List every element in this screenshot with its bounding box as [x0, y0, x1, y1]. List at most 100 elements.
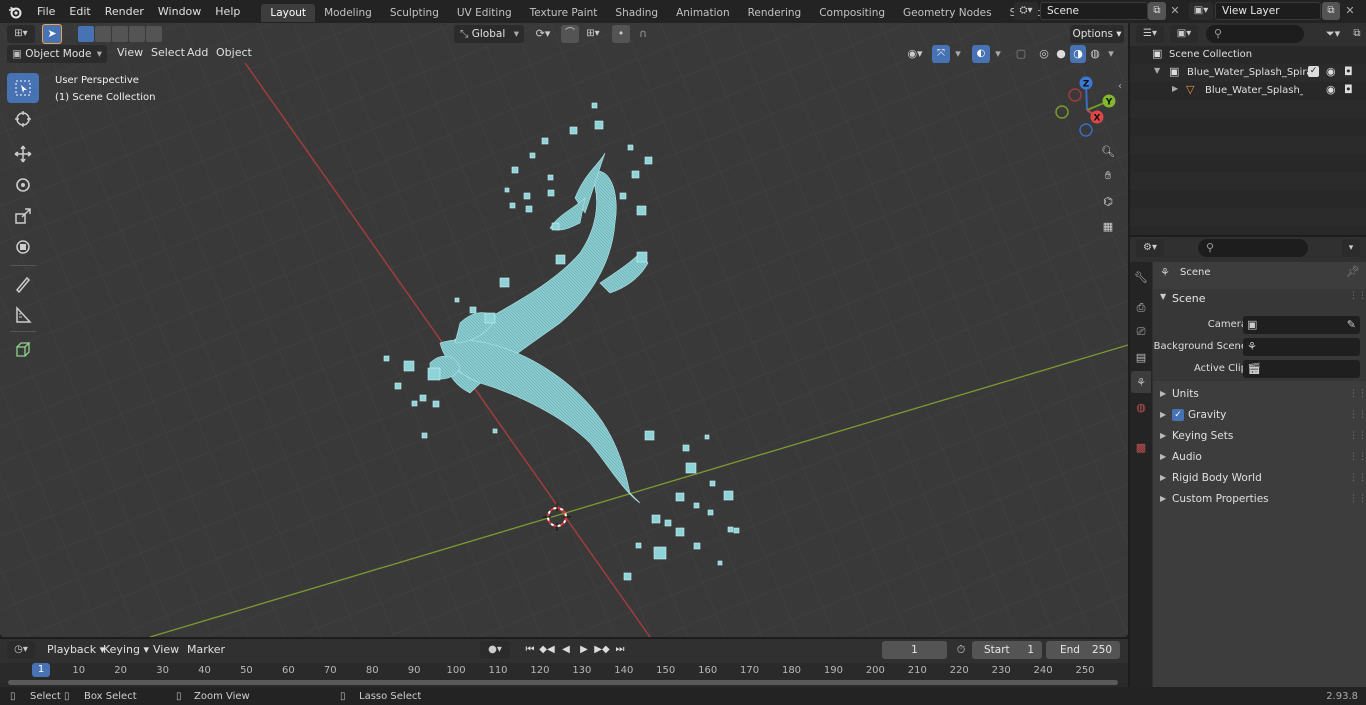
render-tab-icon[interactable]: ⎙: [1131, 297, 1151, 319]
snap-target-icon[interactable]: ⊞▾: [580, 25, 606, 43]
prev-keyframe-icon[interactable]: ◆◀: [538, 641, 556, 659]
proportional-falloff-icon[interactable]: ∩: [630, 25, 656, 43]
snap-toggle-icon[interactable]: ⌒: [561, 25, 579, 43]
gizmo-toggle-icon[interactable]: ⤧: [932, 45, 950, 63]
play-reverse-icon[interactable]: ◀: [558, 641, 574, 659]
active-clip-field[interactable]: 🎬︎: [1243, 360, 1360, 378]
drag-handle-icon[interactable]: ⋮⋮: [1349, 427, 1366, 445]
view-layer-type-icon[interactable]: ▣▾: [1189, 2, 1213, 20]
jump-end-icon[interactable]: ⏭: [612, 641, 628, 659]
select-mode-extend-icon[interactable]: [95, 26, 111, 42]
xray-toggle-icon[interactable]: ▢: [1012, 45, 1030, 63]
world-tab-icon[interactable]: ◍: [1131, 396, 1151, 418]
jump-start-icon[interactable]: ⏮: [522, 641, 538, 659]
timeline-menu-marker[interactable]: Marker: [180, 639, 232, 661]
texture-tab-icon[interactable]: ▩: [1131, 436, 1151, 458]
tab-geometry-nodes[interactable]: Geometry Nodes: [894, 4, 1001, 22]
current-frame-field[interactable]: 1: [882, 641, 947, 659]
panel-keying-sets[interactable]: ▶ Keying Sets ⋮⋮: [1153, 427, 1366, 445]
gravity-checkbox[interactable]: ✓: [1172, 409, 1184, 421]
blender-logo-icon[interactable]: [0, 0, 30, 23]
select-mode-invert-icon[interactable]: [129, 26, 145, 42]
overlays-dropdown-icon[interactable]: ▾: [991, 45, 1005, 63]
scene-type-icon[interactable]: ⛭▾: [1014, 2, 1038, 20]
timeline-ruler[interactable]: 10 20 30 40 50 60 70 80 90 100 110 120 130 140 150 160 1…: [0, 663, 1128, 687]
timeline-scrollbar[interactable]: [8, 680, 1118, 685]
outliner-display-mode-icon[interactable]: ▣▾: [1170, 25, 1198, 43]
pan-hand-icon[interactable]: ✋︎: [1096, 164, 1120, 188]
transform-orientation-select[interactable]: ⤡ Global ▾: [454, 25, 524, 43]
select-tool-icon[interactable]: ➤: [42, 24, 62, 44]
output-tab-icon[interactable]: ⎚: [1131, 321, 1151, 343]
panel-rigid-body-world[interactable]: ▶ Rigid Body World ⋮⋮: [1153, 469, 1366, 487]
viewport-menu-object[interactable]: Object: [209, 43, 259, 63]
menu-window[interactable]: Window: [151, 0, 208, 23]
shading-material-icon[interactable]: ◑: [1070, 45, 1086, 63]
shading-solid-icon[interactable]: ●: [1053, 45, 1069, 63]
navigation-gizmo[interactable]: Z Y X: [1052, 75, 1122, 145]
pivot-point-icon[interactable]: ⟳▾: [530, 25, 556, 43]
tool-transform[interactable]: [7, 232, 39, 262]
panel-units[interactable]: ▶ Units ⋮⋮: [1153, 385, 1366, 403]
shading-dropdown-icon[interactable]: ▾: [1104, 45, 1118, 63]
visibility-filter-icon[interactable]: ◉▾: [902, 45, 928, 63]
drag-handle-icon[interactable]: ⋮⋮: [1349, 490, 1366, 508]
tool-add-cube[interactable]: [7, 335, 39, 365]
menu-render[interactable]: Render: [98, 0, 151, 23]
background-scene-field[interactable]: ⚘: [1243, 338, 1360, 356]
viewport-scene[interactable]: [0, 23, 1128, 637]
playhead[interactable]: 1: [32, 663, 50, 677]
object-mode-select[interactable]: ▣ Object Mode ▾: [7, 45, 107, 63]
visibility-eye-icon[interactable]: ◉: [1326, 83, 1336, 96]
drag-handle-icon[interactable]: ⋮⋮: [1349, 469, 1366, 487]
render-camera-icon[interactable]: ◘: [1344, 65, 1353, 78]
props-options-icon[interactable]: ▾: [1342, 239, 1360, 257]
outliner-search-input[interactable]: ⚲: [1206, 25, 1304, 43]
tab-animation[interactable]: Animation: [667, 4, 739, 22]
tab-uv-editing[interactable]: UV Editing: [448, 4, 521, 22]
tab-texture-paint[interactable]: Texture Paint: [521, 4, 607, 22]
pin-icon[interactable]: 📌︎: [1346, 265, 1360, 278]
panel-audio[interactable]: ▶ Audio ⋮⋮: [1153, 448, 1366, 466]
tool-measure[interactable]: [7, 300, 39, 330]
timeline-editor-type-icon[interactable]: ◷▾: [7, 641, 35, 659]
3d-viewport[interactable]: ⊞▾ ➤ ⤡ Global ▾ ⟳▾ ⌒ ⊞▾ • ∩ Options ▾ ▣ O…: [0, 23, 1128, 637]
drag-handle-icon[interactable]: ⋮⋮: [1349, 406, 1366, 424]
tab-modeling[interactable]: Modeling: [315, 4, 381, 22]
editor-type-icon[interactable]: ⊞▾: [7, 25, 35, 43]
tab-layout[interactable]: Layout: [261, 4, 316, 22]
drag-handle-icon[interactable]: ⋮⋮: [1349, 385, 1366, 403]
delete-scene-icon[interactable]: ✕: [1167, 2, 1183, 20]
exclude-checkbox-icon[interactable]: ✓: [1308, 66, 1319, 77]
menu-edit[interactable]: Edit: [62, 0, 97, 23]
view-layer-tab-icon[interactable]: ▤: [1131, 346, 1151, 368]
new-view-layer-icon[interactable]: ⧉: [1322, 2, 1340, 20]
sidebar-toggle-icon[interactable]: ‹: [1118, 81, 1122, 92]
select-mode-new-icon[interactable]: [78, 26, 94, 42]
delete-view-layer-icon[interactable]: ✕: [1342, 2, 1358, 20]
outliner-row-object[interactable]: ▶ ▽ Blue_Water_Splash_Spiral ◉ ◘: [1130, 82, 1366, 100]
outliner-row-scene-collection[interactable]: ▣ Scene Collection: [1130, 46, 1366, 64]
select-mode-intersect-icon[interactable]: [146, 26, 162, 42]
preview-range-icon[interactable]: ⏱: [953, 641, 969, 659]
outliner-editor-type-icon[interactable]: ☰▾: [1136, 25, 1164, 43]
render-camera-icon[interactable]: ◘: [1344, 83, 1353, 96]
scene-panel-header[interactable]: ▼ Scene ⋮⋮: [1153, 289, 1366, 309]
select-mode-subtract-icon[interactable]: [112, 26, 128, 42]
shading-rendered-icon[interactable]: ◍: [1087, 45, 1103, 63]
eyedropper-icon[interactable]: ✎: [1347, 318, 1356, 331]
zoom-icon[interactable]: 🔍︎: [1096, 139, 1120, 163]
tool-select-box[interactable]: [7, 73, 39, 103]
tab-sculpting[interactable]: Sculpting: [381, 4, 448, 22]
perspective-toggle-icon[interactable]: ▦: [1096, 214, 1120, 238]
outliner-row-collection[interactable]: ▼ ▣ Blue_Water_Splash_Spiral ✓ ◉ ◘: [1130, 64, 1366, 82]
tool-cursor[interactable]: [7, 104, 39, 134]
drag-handle-icon[interactable]: ⋮⋮: [1349, 291, 1366, 301]
visibility-eye-icon[interactable]: ◉: [1326, 65, 1336, 78]
camera-view-icon[interactable]: ⌬: [1096, 189, 1120, 213]
tool-rotate[interactable]: [7, 170, 39, 200]
tab-shading[interactable]: Shading: [606, 4, 667, 22]
view-layer-field[interactable]: View Layer: [1215, 2, 1321, 20]
tab-compositing[interactable]: Compositing: [810, 4, 894, 22]
expand-arrow-icon[interactable]: ▶: [1172, 84, 1178, 93]
